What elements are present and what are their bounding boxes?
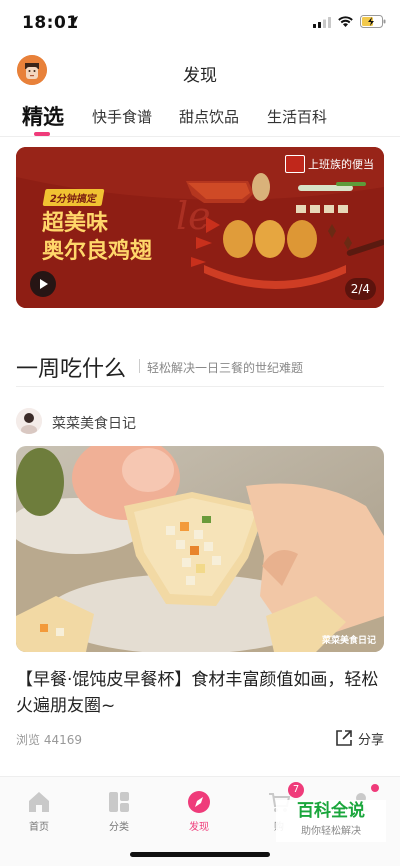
signal-icon xyxy=(313,17,331,28)
watermark-main: 百科全说 xyxy=(297,801,365,821)
brand-logo-icon xyxy=(285,155,305,173)
battery-charging-icon xyxy=(360,15,386,28)
tab-life-encyclopedia[interactable]: 生活百科 xyxy=(267,106,327,127)
banner-brand-text: 上班族的便当 xyxy=(308,158,374,171)
image-watermark: 菜菜美食日记 xyxy=(321,636,376,646)
cart-count-badge: 7 xyxy=(288,782,304,798)
tab-desserts-drinks[interactable]: 甜点饮品 xyxy=(179,106,239,127)
banner-badge: 2分钟搞定 xyxy=(42,189,105,206)
status-bar: 18:01 xyxy=(0,0,400,46)
watermark-sub: 助你轻松解决 xyxy=(301,826,361,837)
home-indicator[interactable] xyxy=(130,852,270,857)
author-name[interactable]: 菜菜美食日记 xyxy=(52,413,136,433)
section-title: 一周吃什么 xyxy=(16,357,127,382)
section-subtitle: 轻松解决一日三餐的世纪难题 xyxy=(147,361,304,375)
section-divider xyxy=(16,386,384,387)
category-icon xyxy=(109,792,129,812)
share-label: 分享 xyxy=(358,732,385,748)
nav-item-category[interactable]: 分类 xyxy=(89,789,149,833)
author-avatar-image xyxy=(16,408,42,434)
article-photo xyxy=(16,446,384,652)
banner-brand: 上班族的便当 xyxy=(285,155,374,173)
featured-banner[interactable]: le 2分钟搞定 超美味 奥尔良鸡翅 上班族的便当 2/4 xyxy=(16,147,384,308)
share-icon xyxy=(336,730,352,746)
home-icon xyxy=(29,792,49,812)
banner-page-counter: 2/4 xyxy=(344,278,376,300)
location-arrow-icon xyxy=(70,16,78,24)
discover-icon xyxy=(188,791,210,813)
tabs-divider xyxy=(0,136,400,137)
wifi-icon xyxy=(338,16,353,27)
tab-featured[interactable]: 精选 xyxy=(22,101,64,131)
page-title: 发现 xyxy=(183,66,217,86)
section-separator xyxy=(139,359,140,373)
category-tabs: 精选 快手食谱 甜点饮品 生活百科 xyxy=(0,96,400,138)
nav-item-home[interactable]: 首页 xyxy=(9,789,69,833)
nav-label-home: 首页 xyxy=(29,822,49,833)
site-watermark: 百科全说 助你轻松解决 xyxy=(276,800,386,842)
article-image[interactable]: 菜菜美食日记 xyxy=(16,446,384,652)
nav-label-discover: 发现 xyxy=(189,822,209,833)
top-header: 发现 xyxy=(0,50,400,92)
article-title[interactable]: 【早餐·馄饨皮早餐杯】食材丰富颜值如画，轻松火遍朋友圈~ xyxy=(16,667,384,719)
tab-quick-recipes[interactable]: 快手食谱 xyxy=(92,106,152,127)
banner-headline-2: 奥尔良鸡翅 xyxy=(42,238,153,264)
share-button[interactable]: 分享 xyxy=(334,728,384,748)
play-button[interactable] xyxy=(30,271,56,297)
nav-label-category: 分类 xyxy=(109,822,129,833)
nav-item-discover[interactable]: 发现 xyxy=(169,789,229,833)
view-count: 浏览 44169 xyxy=(16,733,82,747)
profile-notification-dot xyxy=(371,784,379,792)
author-avatar[interactable] xyxy=(16,408,42,434)
play-icon xyxy=(40,279,48,289)
